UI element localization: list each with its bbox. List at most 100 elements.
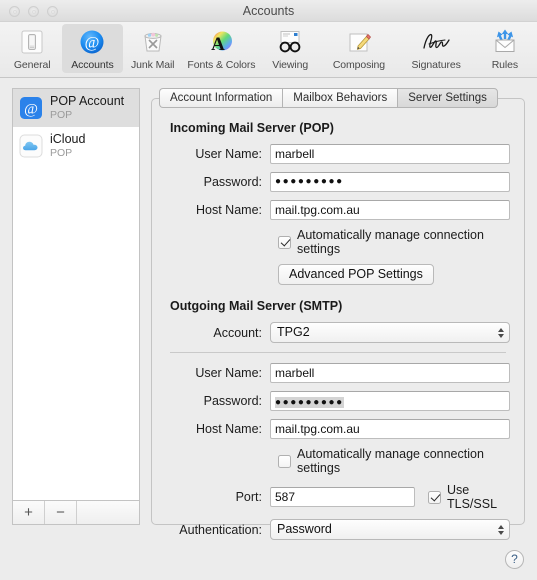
account-name: POP Account [50,94,125,109]
use-tls-ssl-label: Use TLS/SSL [447,483,498,511]
remove-account-button[interactable]: − [45,501,77,524]
tab-server-settings[interactable]: Server Settings [397,88,498,108]
account-row-icloud[interactable]: iCloud POP [13,127,139,165]
zoom-button[interactable] [47,6,58,17]
outgoing-host-name-row: Host Name: mail.tpg.com.au [166,419,510,439]
incoming-host-name-row: Host Name: mail.tpg.com.au [166,200,510,220]
accounts-at-icon: @ [63,27,121,57]
svg-text:@: @ [24,102,38,118]
outgoing-password-input[interactable]: ●●●●●●●●● [270,391,510,411]
incoming-auto-manage-label: Automatically manage connection settings [297,228,484,256]
rules-envelope-icon [476,27,534,57]
outgoing-host-name-label: Host Name: [196,422,262,436]
toolbar-label-accounts: Accounts [71,59,114,71]
incoming-password-row: Password: ●●●●●●●●● [166,172,510,192]
preferences-content: @ POP Account POP iCloud POP + − Account… [0,78,537,580]
toolbar-item-composing[interactable]: Composing [320,24,397,73]
outgoing-authentication-value: Password [277,522,332,536]
help-button[interactable]: ? [505,550,524,569]
incoming-user-name-label: User Name: [195,147,262,161]
outgoing-auto-manage-row: Automatically manage connection settings [166,447,510,475]
toolbar-item-signatures[interactable]: Signatures [398,24,475,73]
toolbar-item-accounts[interactable]: @ Accounts [62,24,123,73]
outgoing-account-row: Account: TPG2 [166,322,510,343]
toolbar-label-composing: Composing [332,59,386,71]
incoming-password-input[interactable]: ●●●●●●●●● [270,172,510,192]
toolbar-item-rules[interactable]: Rules [475,24,535,73]
outgoing-account-value: TPG2 [277,325,310,339]
server-settings-pane: Incoming Mail Server (POP) User Name: ma… [151,98,525,540]
outgoing-user-name-input[interactable]: marbell [270,363,510,383]
toolbar-label-general: General [13,59,51,71]
incoming-section-title: Incoming Mail Server (POP) [170,121,334,135]
incoming-auto-manage-row: Automatically manage connection settings [166,228,510,256]
general-icon [3,27,61,57]
use-tls-ssl-checkbox[interactable] [428,490,441,504]
incoming-user-name-row: User Name: marbell [166,144,510,164]
outgoing-auto-manage-checkbox[interactable] [278,454,291,468]
advanced-pop-settings-row: Advanced POP Settings [166,264,510,285]
outgoing-authentication-row: Authentication: Password [166,519,510,540]
outgoing-authentication-label: Authentication: [179,522,262,537]
outgoing-authentication-dropdown[interactable]: Password [270,519,510,540]
viewing-glasses-icon [261,27,319,57]
outgoing-port-input[interactable]: 587 [270,487,415,507]
outgoing-account-label: Account: [213,325,262,340]
toolbar-label-signatures: Signatures [411,59,461,71]
accounts-list: @ POP Account POP iCloud POP [13,89,139,500]
title-bar: Accounts [0,0,537,22]
outgoing-user-name-row: User Name: marbell [166,363,510,383]
svg-text:@: @ [85,35,100,52]
incoming-user-name-input[interactable]: marbell [270,144,510,164]
tab-mailbox-behaviors[interactable]: Mailbox Behaviors [282,88,398,108]
accounts-sidebar: @ POP Account POP iCloud POP + − [12,88,140,525]
outgoing-password-label: Password: [203,394,262,408]
account-row-pop-account[interactable]: @ POP Account POP [13,89,139,127]
toolbar-item-viewing[interactable]: Viewing [260,24,320,73]
incoming-password-label: Password: [203,175,262,189]
toolbar-label-junk-mail: Junk Mail [130,59,175,71]
tab-account-information[interactable]: Account Information [159,88,283,108]
account-type: POP [50,146,73,159]
add-account-button[interactable]: + [13,501,45,524]
settings-tab-bar: Account Information Mailbox Behaviors Se… [159,88,498,108]
settings-panel: Account Information Mailbox Behaviors Se… [151,88,525,580]
minimize-button[interactable] [28,6,39,17]
accounts-preferences-window: Accounts General @ Accounts Junk Mail A … [0,0,537,580]
sidebar-footer: + − [13,500,139,524]
incoming-host-name-label: Host Name: [196,203,262,217]
outgoing-account-dropdown[interactable]: TPG2 [270,322,510,343]
at-sign-icon: @ [19,96,43,120]
chevron-up-down-icon [498,323,504,342]
outgoing-password-value: ●●●●●●●●● [275,397,344,408]
outgoing-password-row: Password: ●●●●●●●●● [166,391,510,411]
account-name: iCloud [50,132,86,147]
window-controls [9,6,58,17]
account-type: POP [50,108,73,121]
incoming-host-name-input[interactable]: mail.tpg.com.au [270,200,510,220]
outgoing-user-name-label: User Name: [195,366,262,380]
advanced-pop-settings-button[interactable]: Advanced POP Settings [278,264,434,285]
junk-mail-trash-icon [124,27,182,57]
svg-text:A: A [212,34,226,55]
outgoing-port-label: Port: [235,490,262,504]
use-tls-ssl-group: Use TLS/SSL [428,483,510,511]
toolbar-item-junk-mail[interactable]: Junk Mail [123,24,183,73]
cloud-icon [19,134,43,158]
toolbar-label-rules: Rules [491,59,519,71]
account-text: POP Account POP [50,95,124,120]
close-button[interactable] [9,6,20,17]
signature-icon [399,27,474,57]
account-text: iCloud POP [50,133,85,158]
outgoing-section-title: Outgoing Mail Server (SMTP) [170,299,343,313]
toolbar-item-fonts-colors[interactable]: A Fonts & Colors [183,24,260,73]
fonts-colors-icon: A [184,27,259,57]
outgoing-auto-manage-label: Automatically manage connection settings [297,447,484,475]
sidebar-footer-spacer [77,501,139,524]
toolbar-item-general[interactable]: General [2,24,62,73]
preferences-toolbar: General @ Accounts Junk Mail A Fonts & C… [0,22,537,78]
incoming-auto-manage-checkbox[interactable] [278,235,291,249]
outgoing-host-name-input[interactable]: mail.tpg.com.au [270,419,510,439]
smtp-separator [170,352,506,353]
server-settings-form: Incoming Mail Server (POP) User Name: ma… [152,121,524,540]
